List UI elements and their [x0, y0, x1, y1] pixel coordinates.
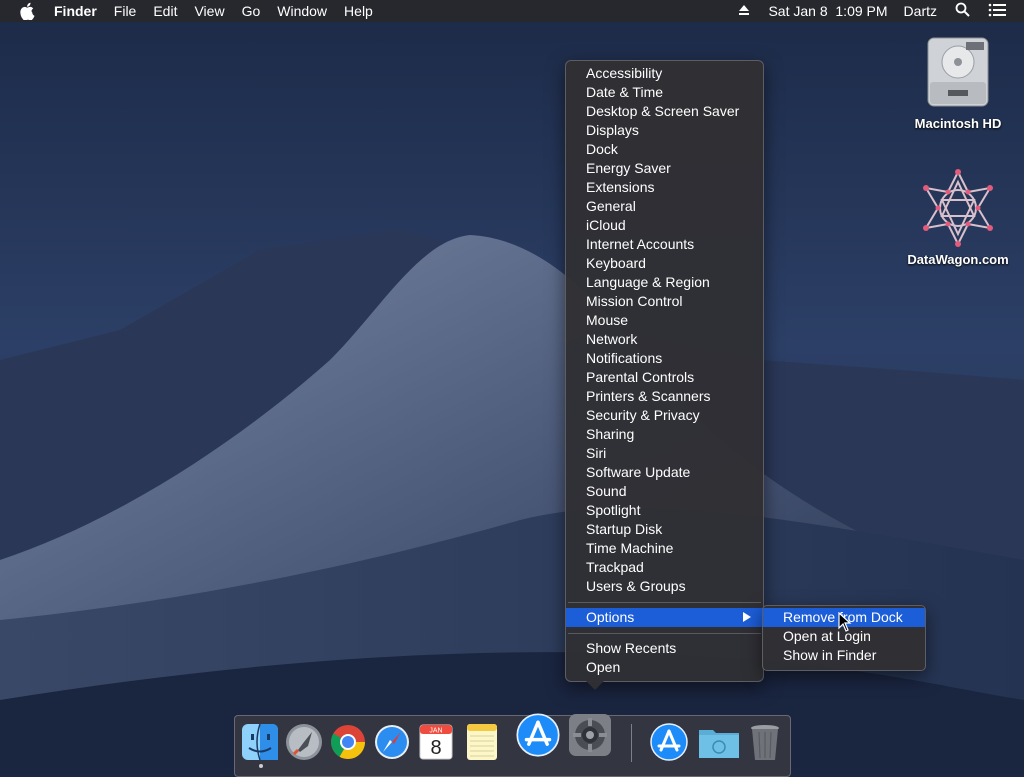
menu-item-spotlight[interactable]: Spotlight: [566, 501, 763, 520]
menu-item-software-update[interactable]: Software Update: [566, 463, 763, 482]
menu-edit[interactable]: Edit: [153, 0, 177, 22]
apple-menu-icon[interactable]: [20, 2, 38, 20]
menu-help[interactable]: Help: [344, 0, 373, 22]
menu-item-printers-scanners[interactable]: Printers & Scanners: [566, 387, 763, 406]
menu-item-parental-controls[interactable]: Parental Controls: [566, 368, 763, 387]
dock-app-notes[interactable]: [462, 722, 502, 762]
dock-divider: [631, 724, 632, 762]
submenu-item-show-in-finder[interactable]: Show in Finder: [763, 646, 925, 665]
dock-app-calendar[interactable]: JAN 8: [416, 722, 456, 762]
menu-item-language-region[interactable]: Language & Region: [566, 273, 763, 292]
calendar-month: JAN: [429, 728, 442, 735]
mouse-pointer-icon: [838, 611, 852, 637]
menu-app-name[interactable]: Finder: [54, 0, 97, 22]
notification-center-icon[interactable]: [988, 3, 1006, 20]
menu-item-notifications[interactable]: Notifications: [566, 349, 763, 368]
chrome-icon: [331, 725, 365, 759]
menu-item-dock[interactable]: Dock: [566, 140, 763, 159]
menu-item-extensions[interactable]: Extensions: [566, 178, 763, 197]
hard-drive-icon: [922, 32, 994, 112]
dock-app-finder[interactable]: [240, 722, 280, 762]
menu-item-keyboard[interactable]: Keyboard: [566, 254, 763, 273]
menu-item-internet-accounts[interactable]: Internet Accounts: [566, 235, 763, 254]
menu-pointer-tail: [586, 681, 604, 690]
network-volume-icon: [916, 168, 1000, 248]
menu-item-desktop-screen-saver[interactable]: Desktop & Screen Saver: [566, 102, 763, 121]
menu-item-options[interactable]: Options: [566, 608, 763, 627]
menu-clock[interactable]: Sat Jan 8 1:09 PM: [768, 3, 887, 19]
menu-item-displays[interactable]: Displays: [566, 121, 763, 140]
dock-app-launchpad[interactable]: [284, 722, 324, 762]
menu-item-date-time[interactable]: Date & Time: [566, 83, 763, 102]
safari-icon: [375, 725, 409, 759]
menu-item-network[interactable]: Network: [566, 330, 763, 349]
calendar-day: 8: [430, 737, 441, 759]
system-preferences-icon: [569, 714, 611, 756]
dock-app-downloads-folder[interactable]: [697, 722, 739, 762]
menu-item-accessibility[interactable]: Accessibility: [566, 64, 763, 83]
dock-app-app-store[interactable]: [515, 712, 561, 758]
menu-item-general[interactable]: General: [566, 197, 763, 216]
menu-item-users-groups[interactable]: Users & Groups: [566, 577, 763, 596]
menu-item-startup-disk[interactable]: Startup Disk: [566, 520, 763, 539]
menu-item-siri[interactable]: Siri: [566, 444, 763, 463]
menu-item-mission-control[interactable]: Mission Control: [566, 292, 763, 311]
menu-window[interactable]: Window: [277, 0, 327, 22]
notes-icon: [467, 724, 497, 760]
menu-item-icloud[interactable]: iCloud: [566, 216, 763, 235]
downloads-folder-icon: [699, 730, 739, 758]
app-store-icon: [516, 713, 560, 757]
desktop-icon-label: Macintosh HD: [914, 116, 1002, 131]
dock-app-safari[interactable]: [372, 722, 412, 762]
calendar-icon: JAN 8: [419, 724, 453, 760]
menu-item-sound[interactable]: Sound: [566, 482, 763, 501]
menu-separator: [568, 633, 761, 634]
desktop-icon-macintosh-hd[interactable]: Macintosh HD: [903, 32, 1013, 131]
trash-icon: [751, 725, 779, 760]
menu-item-security-privacy[interactable]: Security & Privacy: [566, 406, 763, 425]
menu-item-mouse[interactable]: Mouse: [566, 311, 763, 330]
menu-bar: Finder File Edit View Go Window Help Sat…: [0, 0, 1024, 22]
menu-item-trackpad[interactable]: Trackpad: [566, 558, 763, 577]
menu-separator: [568, 602, 761, 603]
spotlight-search-icon[interactable]: [955, 2, 970, 20]
dock-app-applications-folder[interactable]: [649, 722, 689, 762]
dock-app-trash[interactable]: [747, 722, 787, 762]
desktop-icon-datawagon[interactable]: DataWagon.com: [903, 168, 1013, 267]
eject-icon[interactable]: [738, 3, 750, 19]
finder-icon: [242, 723, 278, 761]
dock-app-chrome[interactable]: [328, 722, 368, 762]
menu-go[interactable]: Go: [242, 0, 261, 22]
desktop-icon-label: DataWagon.com: [907, 252, 1009, 267]
dock-context-menu: Accessibility Date & Time Desktop & Scre…: [565, 60, 764, 690]
menu-item-time-machine[interactable]: Time Machine: [566, 539, 763, 558]
running-indicator: [259, 764, 263, 768]
menu-item-options-label: Options: [586, 609, 635, 625]
menu-view[interactable]: View: [194, 0, 224, 22]
launchpad-icon: [286, 724, 322, 760]
menu-user[interactable]: Dartz: [904, 3, 937, 19]
menu-item-show-recents[interactable]: Show Recents: [566, 639, 763, 658]
submenu-arrow-icon: [743, 612, 751, 622]
menu-item-sharing[interactable]: Sharing: [566, 425, 763, 444]
menu-item-energy-saver[interactable]: Energy Saver: [566, 159, 763, 178]
applications-folder-icon: [650, 723, 688, 761]
menu-file[interactable]: File: [114, 0, 137, 22]
menu-item-open[interactable]: Open: [566, 658, 763, 677]
dock-app-system-preferences[interactable]: [567, 712, 613, 758]
